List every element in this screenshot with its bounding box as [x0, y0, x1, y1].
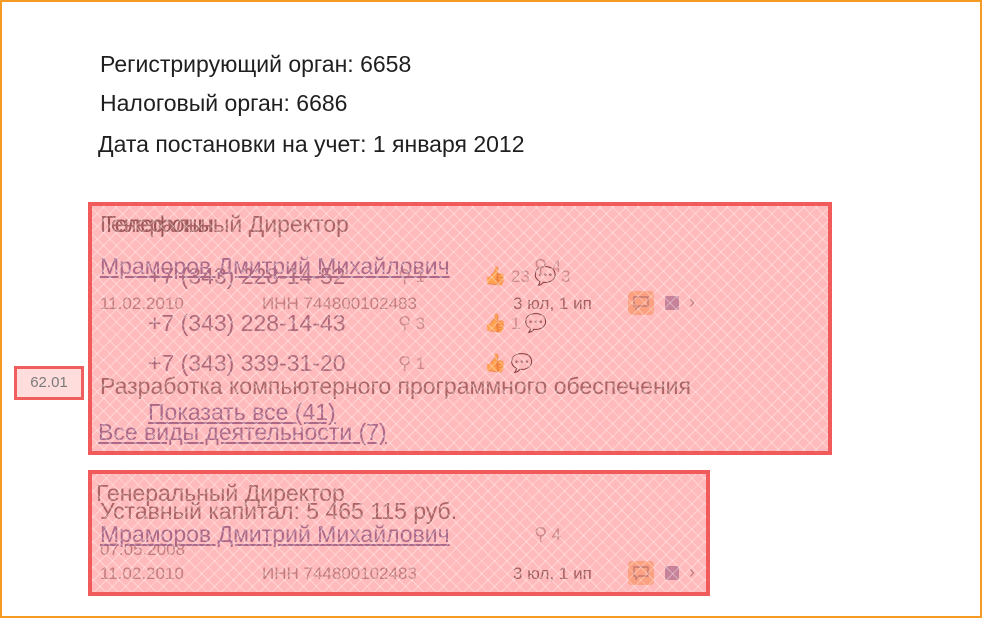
director-search-count: 4 — [551, 525, 562, 544]
director-name-link[interactable]: Мраморов Дмитрий Михайлович — [100, 520, 450, 548]
okved-code: 62.01 — [14, 366, 84, 400]
square-icon[interactable] — [665, 296, 679, 310]
director-date: 11.02.2010 — [100, 564, 184, 583]
phone-search-count: 1 — [415, 354, 426, 373]
magnifier-icon: ⚲ — [534, 524, 548, 544]
chat-icon[interactable] — [628, 291, 654, 315]
chevron-right-icon[interactable]: › — [689, 292, 695, 312]
magnifier-icon: ⚲ — [534, 256, 548, 276]
thumbs-up-icon[interactable]: 👍 — [484, 266, 506, 286]
director-name: Мраморов Дмитрий Михайлович — [100, 521, 450, 547]
chat-icon[interactable] — [628, 561, 654, 585]
thumbs-up-icon[interactable]: 👍 — [484, 353, 506, 373]
director-companies[interactable]: 3 юл, 1 ип — [513, 294, 592, 314]
all-activities-label: Все виды деятельности (7) — [98, 419, 387, 445]
phone-row-stats: ⚲ 1 — [398, 353, 425, 374]
speech-bubble-icon[interactable]: 💬 — [525, 313, 547, 333]
director-inn: ИНН 744800102483 — [262, 564, 417, 583]
director-inn: ИНН 744800102483 — [262, 294, 417, 313]
phone-comment-count: 3 — [561, 267, 571, 286]
speech-bubble-icon[interactable]: 💬 — [511, 353, 533, 373]
director-searches: ⚲ 4 — [534, 256, 561, 277]
phone-like-count: 23 — [510, 267, 530, 286]
registration-date: Дата постановки на учет: 1 января 2012 — [98, 131, 525, 157]
square-icon[interactable] — [665, 566, 679, 580]
magnifier-icon: ⚲ — [398, 313, 412, 333]
tax-authority: Налоговый орган: 6686 — [100, 90, 348, 116]
magnifier-icon: ⚲ — [398, 353, 412, 373]
position-title: Генеральный Директор — [100, 211, 349, 237]
thumbs-up-icon[interactable]: 👍 — [484, 313, 506, 333]
position-title: Генеральный Директор — [96, 480, 345, 506]
main-activity: Разработка компьютерного программного об… — [100, 373, 691, 399]
director-name: Мраморов Дмитрий Михайлович — [100, 253, 450, 279]
director-name-link[interactable]: Мраморов Дмитрий Михайлович — [100, 252, 450, 280]
phone-like-count: 1 — [510, 314, 521, 333]
phone-row-stats: ⚲ 3 — [398, 313, 425, 334]
director-searches: ⚲ 4 — [534, 524, 561, 545]
phone-row-votes: 👍 1 💬 — [484, 313, 547, 334]
director-search-count: 4 — [551, 257, 562, 276]
chevron-right-icon[interactable]: › — [689, 562, 695, 582]
phone-search-count: 3 — [415, 314, 426, 333]
all-activities-link[interactable]: Все виды деятельности (7) — [98, 418, 387, 446]
phone-row-votes: 👍 💬 — [484, 353, 533, 374]
okved-code-label: 62.01 — [30, 374, 68, 391]
registering-authority: Регистрирующий орган: 6658 — [100, 51, 412, 77]
director-companies[interactable]: 3 юл, 1 ип — [513, 564, 592, 584]
director-date: 11.02.2010 — [100, 294, 184, 313]
